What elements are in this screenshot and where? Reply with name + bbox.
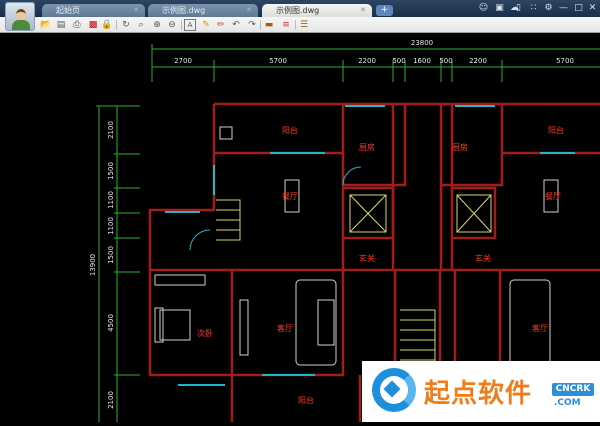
dim-label: 2700: [174, 57, 192, 65]
dim-label: 2100: [107, 391, 115, 409]
tab-start-page[interactable]: 起始页 ✕: [42, 4, 145, 17]
new-tab-button[interactable]: +: [376, 5, 393, 16]
settings-icon[interactable]: ⚙: [543, 3, 554, 14]
dim-label: 500: [392, 57, 405, 65]
tab-drawing-1[interactable]: 示例图.dwg ✕: [148, 4, 258, 17]
print-icon[interactable]: ⎙: [71, 19, 83, 31]
room-label: 餐厅: [545, 192, 561, 201]
dim-label: 500: [439, 57, 452, 65]
hatch-icon[interactable]: ≡: [280, 19, 292, 31]
minimize-icon[interactable]: —: [558, 3, 569, 14]
close-icon[interactable]: ✕: [587, 3, 598, 14]
title-bar: 起始页 ✕ 示例图.dwg ✕ 示例图.dwg ✕ + ☺ ▣ ☁ ▯ ∷ ⚙ — □…: [0, 0, 600, 17]
zoom-out-icon[interactable]: ⊖: [166, 19, 178, 31]
room-label: 餐厅: [282, 192, 298, 201]
save-icon[interactable]: ▤: [55, 19, 67, 31]
mobile-icon[interactable]: ▯: [513, 3, 524, 14]
maximize-icon[interactable]: □: [573, 3, 584, 14]
close-tab-icon[interactable]: ✕: [133, 4, 139, 17]
dim-label: 2200: [469, 57, 487, 65]
watermark-domain: .COM: [554, 398, 581, 408]
dim-total-width: 23800: [411, 39, 433, 47]
room-label: 客厅: [277, 323, 293, 333]
dim-label: 1500: [107, 162, 115, 180]
zoom-window-icon[interactable]: ⌕: [135, 19, 147, 31]
export-image-icon[interactable]: ▣: [494, 3, 505, 14]
room-label: 阳台: [282, 125, 298, 135]
redo-icon[interactable]: ↷: [246, 19, 258, 31]
room-label: 厨房: [452, 142, 468, 152]
tab-label: 起始页: [56, 6, 80, 15]
dim-label: 4500: [107, 314, 115, 332]
markup-icon[interactable]: ✏: [215, 19, 227, 31]
tab-label: 示例图.dwg: [162, 6, 206, 15]
room-label: 阳台: [548, 125, 564, 135]
dim-label: 2100: [107, 121, 115, 139]
dim-label: 5700: [556, 57, 574, 65]
room-label: 次卧: [197, 328, 213, 338]
dim-label: 2200: [358, 57, 376, 65]
zoom-rotate-icon[interactable]: ↻: [120, 19, 132, 31]
dim-label: 1100: [107, 191, 115, 209]
close-tab-icon[interactable]: ✕: [246, 4, 252, 17]
layers-icon[interactable]: ☰: [298, 19, 310, 31]
measure-icon[interactable]: ▬: [263, 19, 275, 31]
watermark-name: 起点软件: [424, 379, 533, 409]
dim-label: 5700: [269, 57, 287, 65]
room-label: 玄关: [475, 253, 491, 263]
pencil-icon[interactable]: ✎: [200, 19, 212, 31]
dim-label: 1500: [107, 246, 115, 264]
dim-total-height: 13900: [89, 254, 97, 276]
open-icon[interactable]: 📂: [40, 19, 52, 31]
watermark-logo: 起点软件 CNCRK .COM: [362, 361, 600, 422]
watermark-badge: CNCRK: [552, 383, 594, 396]
user-avatar[interactable]: [5, 2, 35, 31]
text-icon[interactable]: A: [184, 19, 196, 31]
undo-icon[interactable]: ↶: [230, 19, 242, 31]
room-label: 玄关: [359, 253, 375, 263]
share-user-icon[interactable]: ☺: [478, 3, 489, 14]
dim-label: 1600: [413, 57, 431, 65]
toolbar: 📂 ▤ ⎙ ▩ 🔒 ↻ ⌕ ⊕ ⊖ A ✎ ✏ ↶ ↷ ▬ ≡ ☰: [0, 17, 600, 33]
furniture: [154, 126, 559, 366]
lock-icon[interactable]: 🔒: [101, 19, 113, 31]
tab-drawing-2[interactable]: 示例图.dwg ✕: [262, 4, 372, 17]
room-label: 客厅: [532, 323, 548, 333]
tab-label: 示例图.dwg: [276, 6, 320, 15]
zoom-in-icon[interactable]: ⊕: [151, 19, 163, 31]
room-label: 阳台: [298, 395, 314, 405]
close-tab-icon[interactable]: ✕: [360, 4, 366, 17]
fullscreen-icon[interactable]: ∷: [528, 3, 539, 14]
dim-label: 1100: [107, 217, 115, 235]
pdf-icon[interactable]: ▩: [87, 19, 99, 31]
fixtures: [216, 194, 492, 371]
room-label: 厨房: [359, 142, 375, 152]
